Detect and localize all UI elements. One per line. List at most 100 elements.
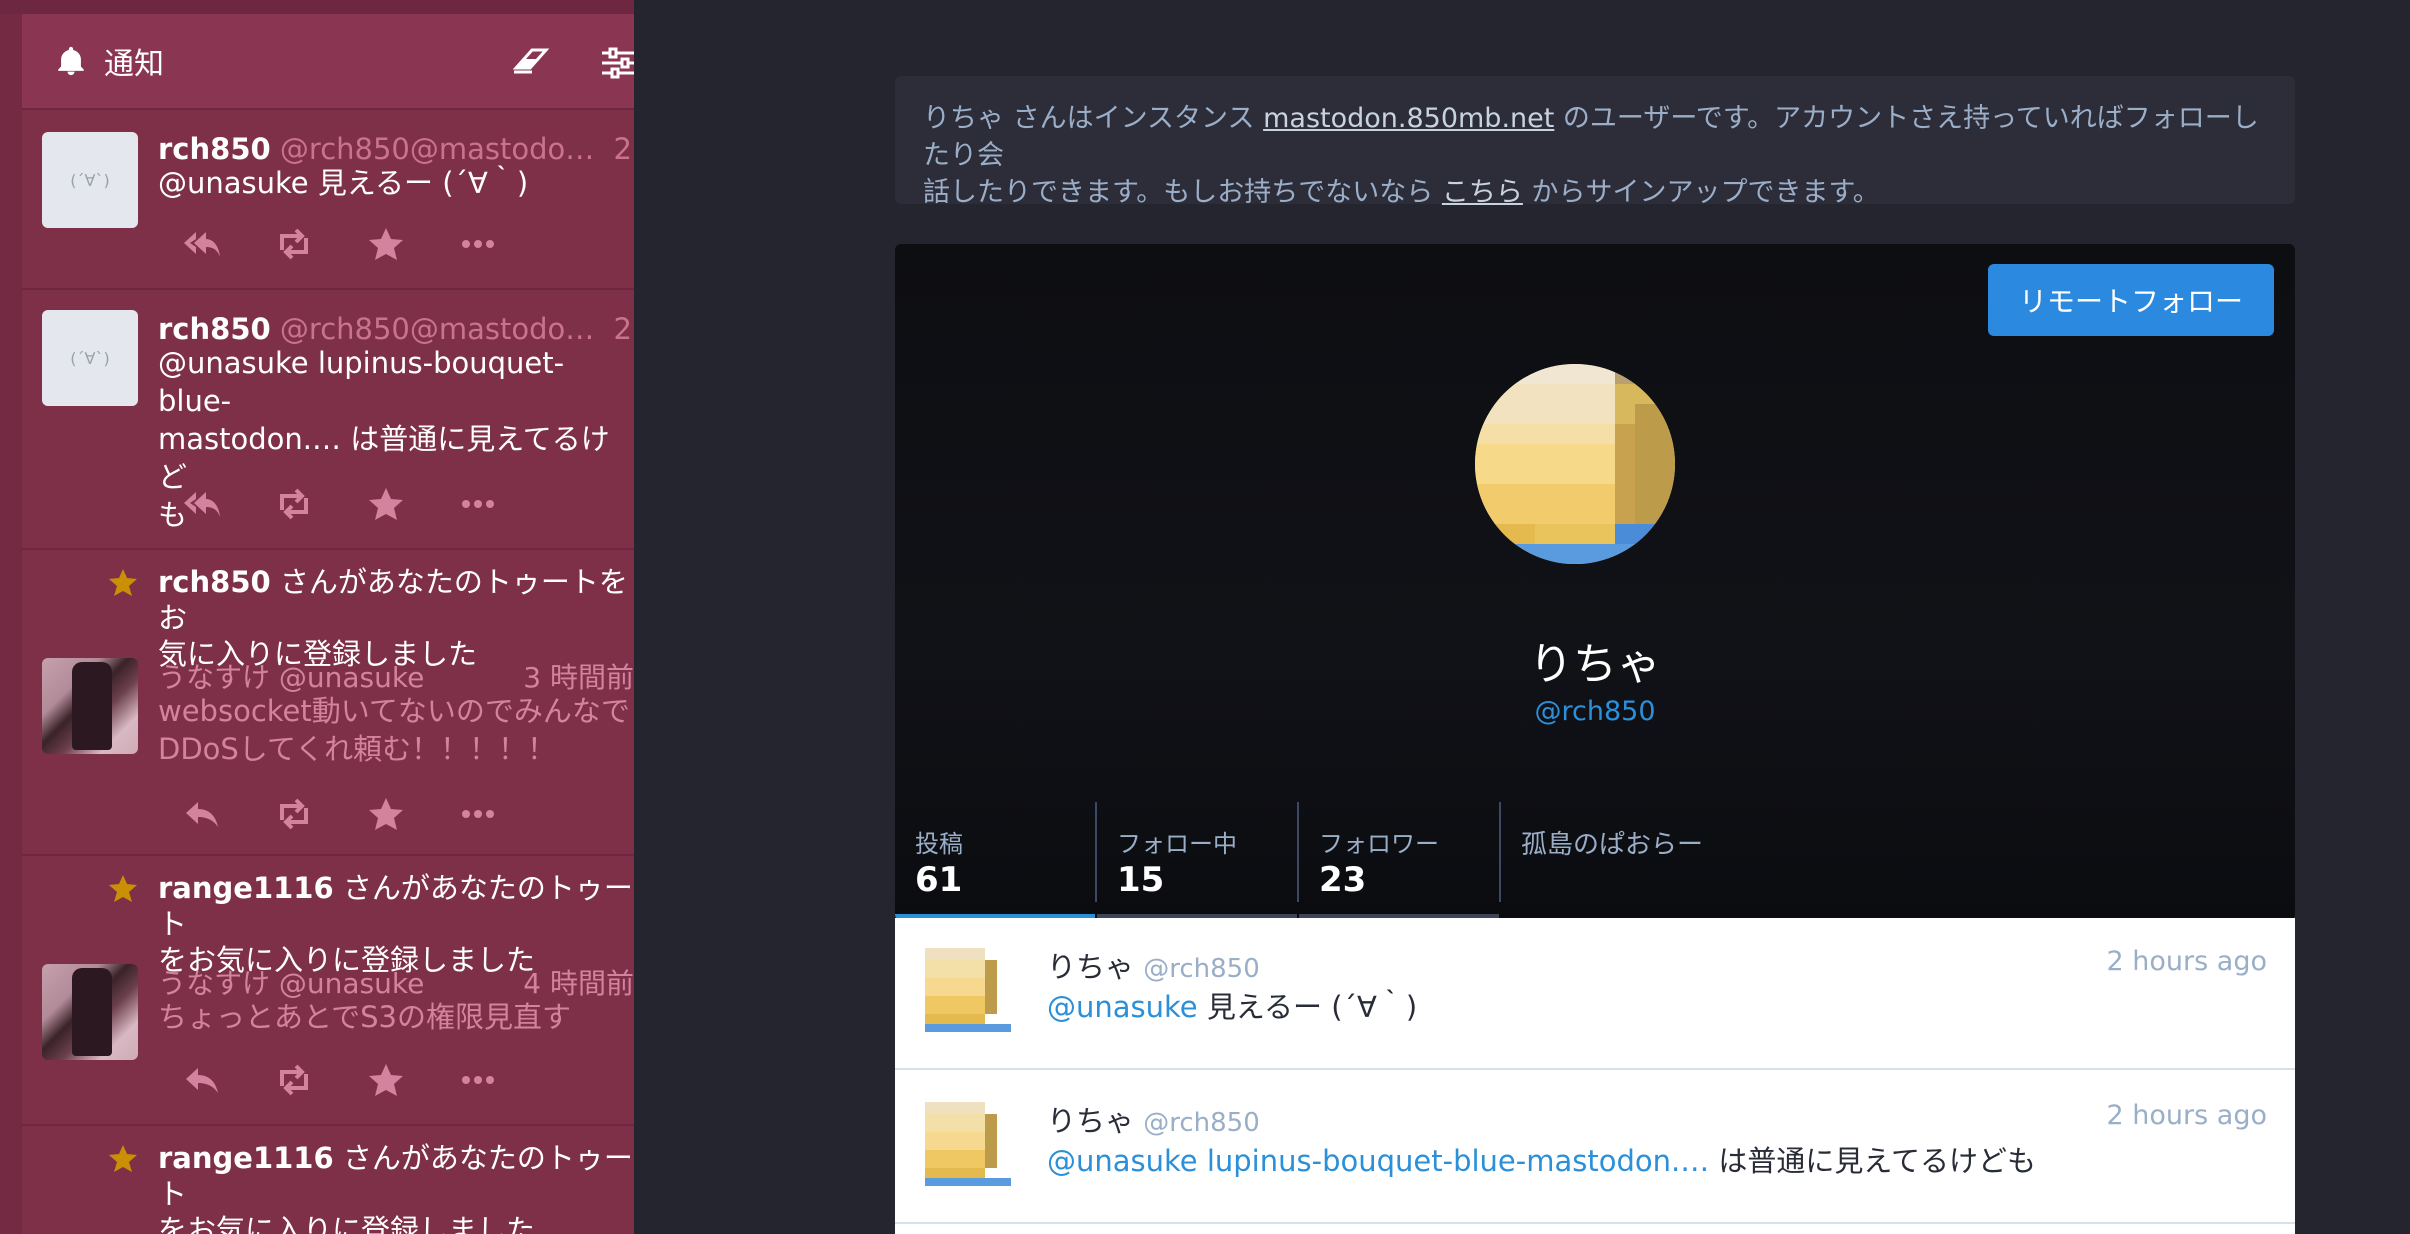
timestamp[interactable]: 2 hours ago <box>2107 946 2267 977</box>
timestamp[interactable]: 2 時間前 <box>613 132 634 166</box>
reply-all-icon[interactable] <box>182 486 222 522</box>
mention-link[interactable]: @unasuke lupinus-bouquet-blue-mastodon.… <box>1047 1144 1709 1178</box>
mention-link[interactable]: @unasuke <box>1047 990 1198 1024</box>
stat-following[interactable]: フォロー中 15 <box>1097 802 1297 920</box>
display-name: りちゃ <box>1047 950 1135 984</box>
status-author[interactable]: うなすけ @unasuke <box>158 661 424 694</box>
avatar[interactable]: (´∀`) <box>42 132 138 228</box>
boost-icon[interactable] <box>274 226 314 262</box>
toot-line: @unasuke lupinus-bouquet-blue- <box>158 346 565 418</box>
stat-label: 投稿 <box>915 830 963 858</box>
display-name[interactable]: range1116 <box>158 871 334 905</box>
stat-value: 23 <box>1319 860 1367 900</box>
toot-content: @unasuke 見えるー (´∀｀) <box>158 166 529 200</box>
display-name[interactable]: rch850 <box>158 565 271 599</box>
profile-display-name: りちゃ <box>1529 639 1661 690</box>
status-content: @unasuke lupinus-bouquet-blue-mastodon.…… <box>1047 1138 2036 1180</box>
boost-icon[interactable] <box>274 796 314 832</box>
status-text: は普通に見えてるけども <box>1709 1144 2036 1178</box>
display-name[interactable]: rch850 <box>158 132 271 166</box>
toot-line: DDoSしてくれ頼む！！！！！ <box>158 732 557 766</box>
status-text: 見えるー (´∀｀) <box>1197 990 1418 1024</box>
toot-line: websocket動いてないのでみんなで <box>158 694 630 728</box>
banner-text: 話したりできます。もしお持ちでないなら <box>923 177 1442 208</box>
toot-content: ちょっとあとでS3の権限見直す <box>158 998 634 1036</box>
favourite-message: range1116 さんがあなたのトゥート をお気に入りに登録しました <box>158 1140 634 1234</box>
timestamp[interactable]: 3 時間前 <box>523 661 634 694</box>
status-list: りちゃ @rch850 2 hours ago @unasuke 見えるー (´… <box>895 918 2295 1234</box>
favourite-icon[interactable] <box>366 486 406 522</box>
stat-followers[interactable]: フォロワー 23 <box>1299 802 1499 920</box>
avatar[interactable] <box>42 658 138 754</box>
account-handle: @rch850@mastodo… <box>279 132 595 166</box>
timestamp[interactable]: 4 時間前 <box>523 967 634 1000</box>
notification-mention[interactable]: (´∀`) rch850 @rch850@mastodo… 2 時間前 @una… <box>22 110 634 290</box>
column-header[interactable]: 通知 <box>22 14 634 110</box>
notification-header: rch850 @rch850@mastodo… 2 時間前 <box>158 126 634 168</box>
timestamp[interactable]: 2 時間前 <box>613 312 634 346</box>
sliders-icon[interactable] <box>602 46 634 80</box>
avatar[interactable] <box>42 964 138 1060</box>
eraser-icon[interactable] <box>510 46 550 76</box>
reply-icon[interactable] <box>182 796 222 832</box>
reply-all-icon[interactable] <box>182 226 222 262</box>
display-name[interactable]: rch850 <box>158 312 271 346</box>
message-text: をお気に入りに登録しました <box>158 1213 536 1234</box>
banner-text: からサインアップできます。 <box>1522 177 1880 208</box>
stat-posts[interactable]: 投稿 61 <box>895 802 1095 920</box>
toot-content: websocket動いてないのでみんなで DDoSしてくれ頼む！！！！！ <box>158 692 634 768</box>
favourite-icon[interactable] <box>366 1062 406 1098</box>
status-header: うなすけ @unasuke 4 時間前 <box>158 962 634 1002</box>
signup-link[interactable]: こちら <box>1442 177 1523 208</box>
bell-icon <box>58 46 84 76</box>
star-icon <box>109 1145 137 1172</box>
more-icon[interactable] <box>458 226 498 262</box>
notification-favourite[interactable]: range1116 さんがあなたのトゥート をお気に入りに登録しました うなすけ… <box>22 856 634 1126</box>
reply-icon[interactable] <box>182 1062 222 1098</box>
boost-icon[interactable] <box>274 486 314 522</box>
notification-favourite[interactable]: range1116 さんがあなたのトゥート をお気に入りに登録しました <box>22 1126 634 1234</box>
column-top-strip <box>0 0 634 14</box>
profile-avatar <box>1475 364 1675 564</box>
display-name[interactable]: range1116 <box>158 1141 334 1175</box>
toot-actions <box>182 226 550 262</box>
avatar[interactable]: (´∀`) <box>42 310 138 406</box>
stat-label: フォロワー <box>1319 830 1439 858</box>
stat-value: 61 <box>915 860 963 900</box>
remote-user-info-banner: りちゃ さんはインスタンス mastodon.850mb.net のユーザーです… <box>895 76 2295 208</box>
status-header: うなすけ @unasuke 3 時間前 <box>158 656 634 696</box>
status-author[interactable]: りちゃ @rch850 <box>1047 1098 1260 1140</box>
favourite-icon[interactable] <box>366 226 406 262</box>
timestamp[interactable]: 2 hours ago <box>2107 1100 2267 1131</box>
profile-username[interactable]: @rch850 <box>895 696 2295 727</box>
more-icon[interactable] <box>458 796 498 832</box>
stat-value: 15 <box>1117 860 1165 900</box>
notification-favourite[interactable]: rch850 さんがあなたのトゥートをお 気に入りに登録しました うなすけ @u… <box>22 550 634 856</box>
account-handle: @rch850 <box>1143 1108 1260 1138</box>
profile-header: リモートフォロー りちゃ @rch850 投稿 61 フォロー中 15 フォロワ… <box>895 244 2295 920</box>
status-author[interactable]: うなすけ @unasuke <box>158 967 424 1000</box>
more-icon[interactable] <box>458 486 498 522</box>
notification-mention[interactable]: (´∀`) rch850 @rch850@mastodo… 2 時間前 @una… <box>22 290 634 550</box>
more-icon[interactable] <box>458 1062 498 1098</box>
boost-icon[interactable] <box>274 1062 314 1098</box>
avatar[interactable] <box>919 1098 1011 1190</box>
display-name: りちゃ <box>1047 1104 1135 1138</box>
toot-line: ちょっとあとでS3の権限見直す <box>158 1000 571 1034</box>
status-item[interactable]: りちゃ @rch850 2 hours ago @unasuke 見えるー (´… <box>895 918 2295 1070</box>
instance-link[interactable]: mastodon.850mb.net <box>1263 103 1554 134</box>
column-edge <box>0 0 22 1234</box>
status-author[interactable]: りちゃ @rch850 <box>1047 944 1260 986</box>
star-icon <box>109 875 137 902</box>
stat-label: フォロー中 <box>1117 830 1237 858</box>
notification-header: rch850 @rch850@mastodo… 2 時間前 <box>158 306 634 348</box>
remote-follow-button[interactable]: リモートフォロー <box>1988 264 2274 336</box>
status-item[interactable]: りちゃ @rch850 2 hours ago @unasuke lupinus… <box>895 1072 2295 1224</box>
banner-text: りちゃ さんはインスタンス <box>923 103 1264 134</box>
toot-actions <box>182 486 550 522</box>
account-handle: @rch850@mastodo… <box>279 312 595 346</box>
status-content: @unasuke 見えるー (´∀｀) <box>1047 984 1417 1026</box>
favourite-icon[interactable] <box>366 796 406 832</box>
notifications-column: 通知 (´∀`) rch850 @rch850@mastodo… 2 時間前 @… <box>0 0 634 1234</box>
avatar[interactable] <box>919 944 1011 1036</box>
